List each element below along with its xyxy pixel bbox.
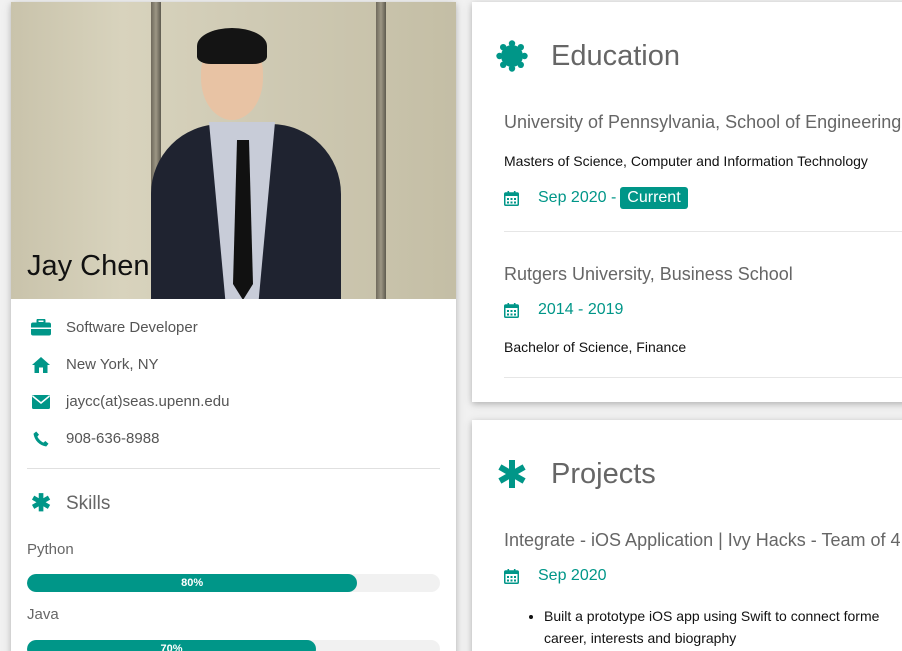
education-card: Education University of Pennsylvania, Sc… [472, 2, 902, 402]
occupation-text: Software Developer [66, 319, 198, 336]
wall-panel [376, 2, 386, 299]
education-heading: Education [472, 2, 902, 80]
school-name: Rutgers University, Business School [504, 264, 793, 284]
education-entry: University of Pennsylvania, School of En… [472, 80, 902, 232]
contact-info-list: Software Developer New York, NY jaycc(at… [11, 299, 456, 457]
location-text: New York, NY [66, 356, 159, 373]
skill-progress-fill: 80% [27, 574, 358, 592]
date-range: Sep 2020 - Current [504, 187, 902, 209]
calendar-icon [504, 302, 519, 318]
divider [504, 377, 902, 378]
project-bullets: Built a prototype iOS app using Swift to… [544, 605, 902, 649]
degree-text: Masters of Science, Computer and Informa… [504, 153, 868, 169]
school-name: University of Pennsylvania, School of En… [504, 112, 902, 132]
skill-name: Java [27, 606, 59, 623]
skill-item: Python 80% [27, 541, 440, 592]
phone-text: 908-636-8988 [66, 430, 160, 447]
email-link[interactable]: jaycc(at)seas.upenn.edu [66, 393, 229, 410]
project-name: Integrate - iOS Application | Ivy Hacks … [504, 530, 901, 550]
education-title: Education [551, 39, 680, 72]
date-range: 2014 - 2019 [504, 301, 902, 319]
profile-name: Jay Chen [27, 250, 150, 282]
profile-photo: Jay Chen [11, 2, 456, 299]
skill-progress-bar: 80% [27, 574, 440, 592]
profile-card: Jay Chen Software Developer New York, NY… [11, 2, 456, 651]
skill-item: Java 70% [27, 606, 440, 651]
info-row-email: jaycc(at)seas.upenn.edu [27, 383, 440, 420]
projects-title: Projects [551, 457, 656, 490]
degree-text: Bachelor of Science, Finance [504, 339, 687, 355]
skill-progress-fill: 70% [27, 640, 317, 651]
envelope-icon [29, 392, 53, 412]
skills-title: Skills [66, 492, 111, 514]
project-entry: Integrate - iOS Application | Ivy Hacks … [472, 498, 902, 649]
skills-heading: ✱ Skills [27, 489, 440, 518]
skill-name: Python [27, 541, 74, 558]
skill-progress-bar: 70% [27, 640, 440, 651]
divider [27, 468, 440, 469]
education-entry: Rutgers University, Business School 2014… [472, 232, 902, 378]
bullet-item: Built a prototype iOS app using Swift to… [544, 605, 902, 649]
projects-heading: Projects [472, 420, 902, 498]
info-row-phone: 908-636-8988 [27, 420, 440, 457]
briefcase-icon [29, 318, 53, 338]
home-icon [29, 355, 53, 375]
asterisk-icon: ✱ [30, 490, 52, 517]
phone-icon [29, 429, 53, 449]
date-text: Sep 2020 [538, 567, 607, 584]
projects-card: Projects Integrate - iOS Application | I… [472, 420, 902, 651]
calendar-icon [504, 190, 519, 206]
info-row-location: New York, NY [27, 346, 440, 383]
date-range: Sep 2020 [504, 567, 902, 585]
asterisk-icon [496, 458, 528, 490]
calendar-icon [504, 568, 519, 584]
current-badge: Current [620, 187, 688, 209]
date-text: 2014 - 2019 [538, 301, 624, 318]
certificate-icon [496, 40, 528, 72]
info-row-occupation: Software Developer [27, 309, 440, 346]
date-text: Sep 2020 - [538, 189, 617, 206]
